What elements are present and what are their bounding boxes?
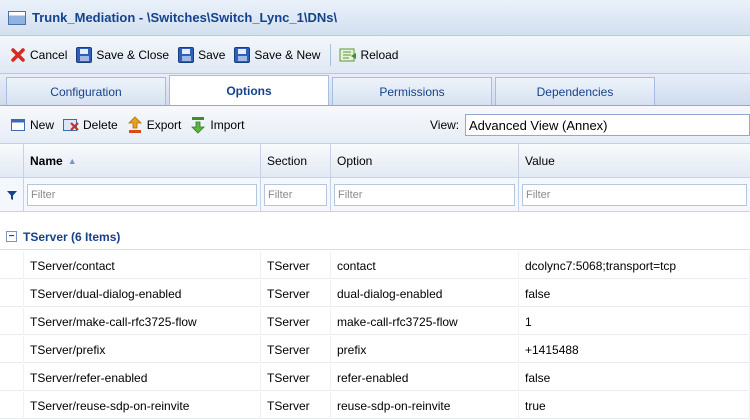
cell-name: TServer/make-call-rfc3725-flow	[24, 308, 261, 335]
cell-option: make-call-rfc3725-flow	[331, 308, 519, 335]
window-titlebar: Trunk_Mediation - \Switches\Switch_Lync_…	[0, 0, 750, 36]
view-label: View:	[430, 118, 460, 132]
cell-option: refer-enabled	[331, 364, 519, 391]
column-header-value[interactable]: Value	[519, 144, 750, 178]
column-header-name-label: Name	[30, 154, 63, 168]
delete-icon	[62, 116, 80, 134]
cell-value: true	[519, 392, 750, 419]
tab-configuration[interactable]: Configuration	[6, 77, 166, 105]
cell-section: TServer	[261, 280, 331, 307]
table-row[interactable]: TServer/refer-enabled TServer refer-enable…	[0, 364, 750, 391]
column-header-section[interactable]: Section	[261, 144, 331, 178]
window-icon	[8, 10, 26, 25]
filter-option-input[interactable]: Filter	[334, 183, 515, 206]
new-icon	[9, 116, 27, 134]
cancel-icon	[9, 46, 27, 64]
cell-option: contact	[331, 252, 519, 279]
sort-ascending-icon: ▲	[67, 156, 77, 166]
filter-value-input[interactable]: Filter	[522, 183, 747, 206]
collapse-icon[interactable]: −	[6, 231, 17, 242]
row-indent	[0, 308, 24, 335]
cell-value: false	[519, 364, 750, 391]
delete-label: Delete	[83, 117, 118, 132]
export-button[interactable]: Export	[123, 112, 185, 138]
cell-name: TServer/dual-dialog-enabled	[24, 280, 261, 307]
table-row[interactable]: TServer/reuse-sdp-on-reinvite TServer reus…	[0, 392, 750, 419]
cell-value: false	[519, 280, 750, 307]
reload-label: Reload	[360, 47, 399, 62]
column-header-name[interactable]: Name ▲	[24, 144, 261, 178]
column-header-option[interactable]: Option	[331, 144, 519, 178]
cell-section: TServer	[261, 252, 331, 279]
new-label: New	[30, 117, 55, 132]
filter-section-input[interactable]: Filter	[264, 183, 327, 206]
save-close-icon	[75, 46, 93, 64]
save-new-button[interactable]: Save & New	[230, 42, 323, 68]
group-label: TServer (6 Items)	[23, 229, 121, 244]
toolbar-separator	[330, 43, 332, 66]
tab-options[interactable]: Options	[169, 75, 329, 105]
import-label: Import	[210, 117, 245, 132]
row-indent	[0, 280, 24, 307]
filter-value[interactable]: Filter	[519, 178, 750, 212]
main-toolbar: Cancel Save & Close Save Save & New Relo…	[0, 36, 750, 74]
header-spacer	[0, 144, 24, 178]
row-indent	[0, 252, 24, 279]
import-icon	[189, 116, 207, 134]
grid-header: Name ▲ Section Option Value	[0, 144, 750, 178]
cell-section: TServer	[261, 336, 331, 363]
filter-funnel-icon	[0, 177, 24, 212]
filter-option[interactable]: Filter	[331, 177, 519, 212]
row-indent	[0, 364, 24, 391]
delete-button[interactable]: Delete	[59, 112, 121, 138]
filter-row: Filter Filter Filter Filter	[0, 177, 750, 212]
cell-name: TServer/contact	[24, 252, 261, 279]
save-icon	[177, 46, 195, 64]
window-title: Trunk_Mediation - \Switches\Switch_Lync_…	[32, 10, 338, 25]
row-indent	[0, 392, 24, 419]
tab-strip: Configuration Options Permissions Depend…	[0, 74, 750, 106]
cell-value: +1415488	[519, 336, 750, 363]
reload-icon	[339, 46, 357, 64]
filter-name-input[interactable]: Filter	[27, 183, 257, 206]
cell-section: TServer	[261, 392, 331, 419]
view-select[interactable]: Advanced View (Annex)	[465, 114, 750, 136]
cancel-label: Cancel	[30, 47, 68, 62]
save-new-icon	[233, 46, 251, 64]
cell-option: reuse-sdp-on-reinvite	[331, 392, 519, 419]
cell-section: TServer	[261, 308, 331, 335]
save-label: Save	[198, 47, 226, 62]
options-grid: Name ▲ Section Option Value Filter Filte…	[0, 144, 750, 420]
new-button[interactable]: New	[6, 112, 57, 138]
cell-name: TServer/prefix	[24, 336, 261, 363]
table-row[interactable]: TServer/contact TServer contact dcolync7:50…	[0, 252, 750, 279]
cell-section: TServer	[261, 364, 331, 391]
save-new-label: Save & New	[254, 47, 321, 62]
tab-permissions[interactable]: Permissions	[332, 77, 492, 105]
table-row[interactable]: TServer/make-call-rfc3725-flow TServer mak…	[0, 308, 750, 335]
filter-name[interactable]: Filter	[24, 177, 261, 212]
filter-section[interactable]: Filter	[261, 177, 331, 212]
save-close-label: Save & Close	[96, 47, 170, 62]
cell-name: TServer/refer-enabled	[24, 364, 261, 391]
cell-name: TServer/reuse-sdp-on-reinvite	[24, 392, 261, 419]
tab-dependencies[interactable]: Dependencies	[495, 77, 655, 105]
table-row[interactable]: TServer/prefix TServer prefix +1415488	[0, 336, 750, 363]
row-indent	[0, 336, 24, 363]
cell-value: dcolync7:5068;transport=tcp	[519, 252, 750, 279]
cell-option: dual-dialog-enabled	[331, 280, 519, 307]
import-button[interactable]: Import	[186, 112, 247, 138]
group-row-tserver[interactable]: − TServer (6 Items)	[0, 224, 750, 250]
options-toolbar: New Delete Export Import View: Advanced …	[0, 106, 750, 144]
cancel-button[interactable]: Cancel	[6, 42, 70, 68]
save-button[interactable]: Save	[174, 42, 228, 68]
table-row[interactable]: TServer/dual-dialog-enabled TServer dual-d…	[0, 280, 750, 307]
save-close-button[interactable]: Save & Close	[72, 42, 172, 68]
reload-button[interactable]: Reload	[336, 42, 401, 68]
export-icon	[126, 115, 144, 134]
cell-option: prefix	[331, 336, 519, 363]
export-label: Export	[146, 117, 182, 132]
cell-value: 1	[519, 308, 750, 335]
